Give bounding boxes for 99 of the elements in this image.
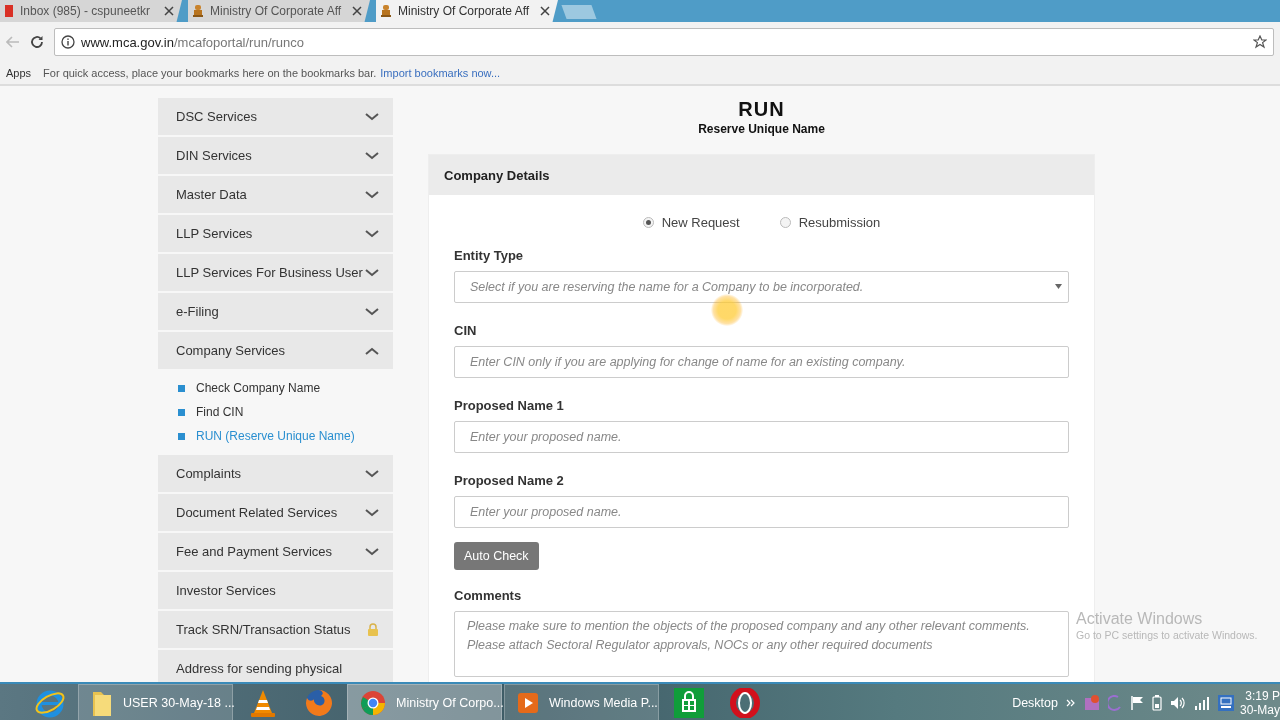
square-bullet-icon: [178, 384, 185, 392]
url-text: www.mca.gov.in/mcafoportal/run/runco: [81, 34, 306, 50]
sidebar-item[interactable]: DSC Services: [158, 98, 393, 135]
taskbar-button[interactable]: USER 30-May-18 ...: [78, 684, 233, 720]
sidebar-item[interactable]: DIN Services: [158, 137, 393, 174]
speaker-icon[interactable]: [1170, 695, 1186, 711]
sidebar-item-label: Fee and Payment Services: [176, 544, 333, 559]
sidebar-item[interactable]: Master Data: [158, 176, 393, 213]
padlock-icon: [367, 623, 379, 636]
square-bullet-icon: [178, 408, 185, 416]
taskbar-button[interactable]: Windows Media P...: [504, 684, 659, 720]
emblem-icon: [192, 4, 204, 18]
card-header: Company Details: [429, 155, 1094, 195]
sidebar-item-label: Complaints: [176, 466, 242, 481]
import-bookmarks-link[interactable]: Import bookmarks now...: [380, 67, 501, 79]
sidebar-item-label: Address for sending physical: [176, 661, 343, 676]
tab-title: Ministry Of Corporate Aff: [398, 4, 531, 18]
chevron-icon[interactable]: [365, 508, 379, 517]
fox-globe-icon: [304, 688, 334, 718]
chevron-icon[interactable]: [365, 469, 379, 478]
sidebar-item[interactable]: Complaints: [158, 455, 393, 492]
sidebar-item-label: Company Services: [176, 343, 286, 358]
caret-icon: [1055, 284, 1063, 290]
sidebar-item-label: e-Filing: [176, 304, 219, 319]
signal-bars-icon[interactable]: [1194, 696, 1210, 710]
sidebar-item-label: LLP Services: [176, 226, 253, 241]
submenu-link[interactable]: Find CIN: [178, 405, 393, 419]
field-label: CIN: [454, 323, 478, 338]
submenu-link[interactable]: Check Company Name: [178, 381, 393, 395]
page-title: RUN: [738, 98, 785, 120]
tab-title: Ministry Of Corporate Aff: [210, 4, 343, 18]
radio-button[interactable]: [779, 217, 791, 228]
input-field[interactable]: Enter your proposed name.: [454, 421, 1069, 453]
sidebar-item[interactable]: Fee and Payment Services: [158, 533, 393, 570]
star-icon[interactable]: [1253, 35, 1267, 49]
radio-option[interactable]: New Request: [642, 215, 740, 230]
sidebar-item-label: Track SRN/Transaction Status: [176, 622, 351, 637]
chevron-icon[interactable]: [365, 547, 379, 556]
sidebar-item-label: Investor Services: [176, 583, 276, 598]
tab-title: Inbox (985) - cspuneetkr: [20, 4, 152, 18]
chevron-icon[interactable]: [365, 112, 379, 121]
keyboard-language-icon[interactable]: [1218, 695, 1234, 711]
field-label: Comments: [454, 588, 523, 603]
emblem-icon: [380, 4, 392, 18]
input-field[interactable]: Enter your proposed name.: [454, 496, 1069, 528]
browser-tab[interactable]: Ministry Of Corporate Aff: [188, 0, 370, 22]
reload-icon[interactable]: [30, 35, 44, 49]
sidebar-item-label: DIN Services: [176, 148, 252, 163]
comments-field[interactable]: Please make sure to mention the objects of the proposed company and any other relevant comments. Please attach Sectoral Regulator approvals, NOCs or any other required documents: [454, 611, 1069, 677]
bookmarks-hint: For quick access, place your bookmarks here on the bookmarks bar.: [43, 67, 377, 79]
o-ring-icon: [730, 688, 760, 718]
apps-link[interactable]: Apps: [6, 67, 32, 79]
flag-icon[interactable]: [1130, 695, 1144, 711]
sidebar-item[interactable]: LLP Services For Business User: [158, 254, 393, 291]
field-label: Proposed Name 1: [454, 398, 565, 413]
input-field[interactable]: Enter CIN only if you are applying for change of name for an existing company.: [454, 346, 1069, 378]
sidebar-item[interactable]: Address for sending physical: [158, 650, 393, 682]
info-icon: [61, 35, 75, 49]
auto-check-button[interactable]: Auto Check: [454, 542, 539, 570]
sidebar-item[interactable]: Document Related Services: [158, 494, 393, 531]
select-field[interactable]: Select if you are reserving the name for a Company to be incorporated.: [454, 271, 1069, 303]
sidebar-item[interactable]: e-Filing: [158, 293, 393, 330]
desktop-toolbar-label[interactable]: Desktop: [1012, 696, 1058, 710]
field-label: Proposed Name 2: [454, 473, 565, 488]
field-label: Entity Type: [454, 248, 525, 263]
clock[interactable]: 3:19 P 30-May: [1242, 689, 1280, 717]
activation-title: Activate Windows: [1076, 610, 1204, 628]
chevron-icon[interactable]: [365, 268, 379, 277]
chevron-icon[interactable]: [365, 151, 379, 160]
browser-tab[interactable]: Inbox (985) - cspuneetkr: [0, 0, 182, 22]
chevron-icon[interactable]: [365, 346, 379, 355]
sidebar-item[interactable]: Track SRN/Transaction Status: [158, 611, 393, 648]
close-icon[interactable]: [164, 6, 174, 16]
address-bar[interactable]: www.mca.gov.in/mcafoportal/run/runco: [54, 28, 1274, 56]
cursor-highlight: [711, 294, 743, 326]
browser-tab[interactable]: Ministry Of Corporate Aff: [376, 0, 558, 22]
square-bullet-icon: [178, 432, 185, 440]
shopping-bag-icon: [674, 688, 704, 718]
radio-button[interactable]: [642, 217, 654, 228]
sidebar-item-label: Document Related Services: [176, 505, 338, 520]
chrome-icon: [360, 690, 386, 716]
close-icon[interactable]: [540, 6, 550, 16]
mail-icon: [4, 4, 14, 18]
sidebar-item-label: LLP Services For Business User: [176, 265, 363, 280]
sidebar-item[interactable]: Company Services: [158, 332, 393, 369]
battery-icon[interactable]: [1152, 695, 1162, 711]
close-icon[interactable]: [352, 6, 362, 16]
radio-option[interactable]: Resubmission: [779, 215, 881, 230]
sidebar-item[interactable]: Investor Services: [158, 572, 393, 609]
chevron-icon[interactable]: [365, 307, 379, 316]
page-subtitle: Reserve Unique Name: [698, 122, 825, 136]
play-icon: [517, 692, 539, 714]
chevron-icon[interactable]: [365, 229, 379, 238]
sidebar-item-label: DSC Services: [176, 109, 257, 124]
sidebar-item[interactable]: LLP Services: [158, 215, 393, 252]
traffic-cone-icon: [249, 688, 277, 718]
double-chevron-icon[interactable]: [1066, 699, 1076, 707]
chevron-icon[interactable]: [365, 190, 379, 199]
sidebar-item-label: Master Data: [176, 187, 247, 202]
